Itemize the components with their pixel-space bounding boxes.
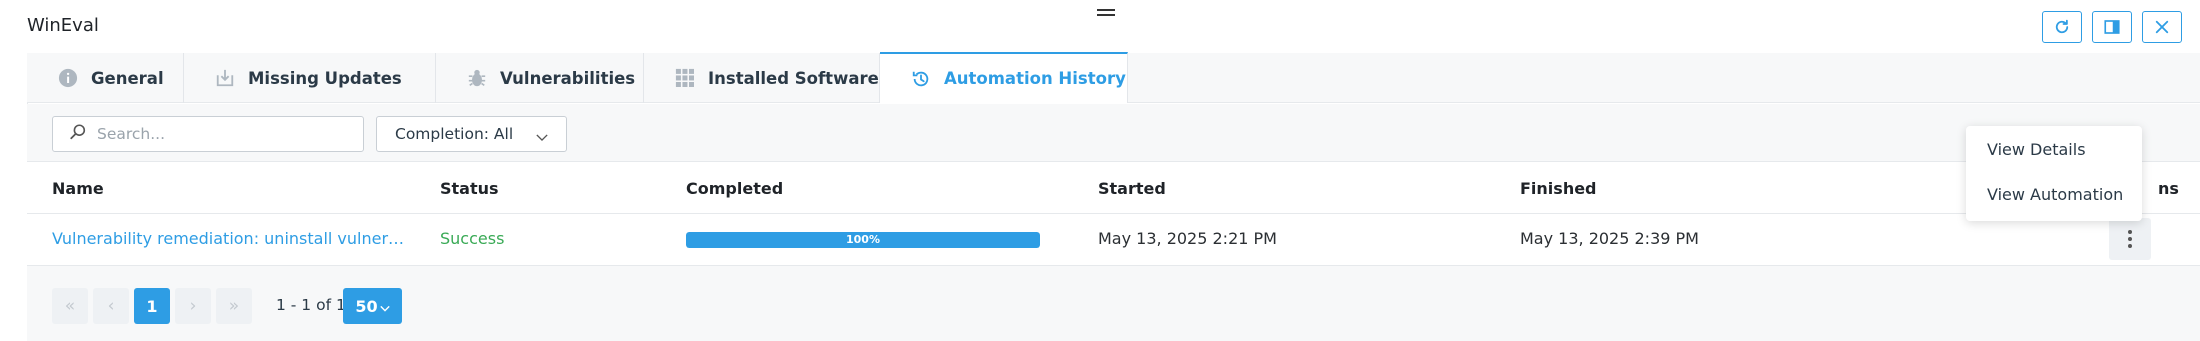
info-icon: [57, 67, 79, 89]
pagination-bar: « ‹ 1 › » 1 - 1 of 1 50: [27, 266, 2200, 341]
next-page-button[interactable]: ›: [175, 288, 211, 324]
grid-icon: [674, 67, 696, 89]
completion-filter-dropdown[interactable]: Completion: All: [376, 116, 567, 152]
tab-general[interactable]: General: [27, 53, 184, 103]
prev-page-button[interactable]: ‹: [93, 288, 129, 324]
tab-label: Automation History: [944, 69, 1126, 88]
window-header: WinEval: [0, 0, 2200, 54]
finished-time: May 13, 2025 2:39 PM: [1520, 229, 1699, 248]
close-icon: [2155, 20, 2169, 34]
page-1-button[interactable]: 1: [134, 288, 170, 324]
search-box[interactable]: [52, 116, 364, 152]
chevron-down-icon: [536, 128, 548, 146]
started-time: May 13, 2025 2:21 PM: [1098, 229, 1277, 248]
toolbar: Completion: All: [27, 104, 2200, 162]
column-header-finished[interactable]: Finished: [1520, 179, 1597, 198]
tab-label: Vulnerabilities: [500, 68, 636, 88]
close-button[interactable]: [2142, 11, 2182, 43]
kebab-dot: [2128, 244, 2132, 248]
search-input[interactable]: [97, 125, 337, 143]
kebab-dot: [2128, 230, 2132, 234]
filter-label: Completion: All: [395, 125, 514, 143]
column-header-actions: ns: [2158, 179, 2179, 198]
first-page-button[interactable]: «: [52, 288, 88, 324]
side-panel-icon: [2104, 20, 2120, 34]
tab-label: Missing Updates: [248, 68, 402, 88]
last-page-button[interactable]: »: [216, 288, 252, 324]
history-icon: [910, 68, 932, 90]
tab-installed-software[interactable]: Installed Software: [644, 53, 880, 103]
table-header: Name Status Completed Started Finished n…: [27, 162, 2200, 214]
refresh-icon: [2055, 19, 2069, 34]
page-size-value: 50: [355, 296, 378, 316]
pagination-range: 1 - 1 of 1: [276, 296, 346, 314]
drag-handle-icon[interactable]: [1097, 9, 1115, 19]
table-row: Vulnerability remediation: uninstall vul…: [27, 214, 2200, 266]
menu-item-view-details[interactable]: View Details: [1966, 140, 2142, 185]
column-header-status[interactable]: Status: [440, 179, 499, 198]
column-header-completed[interactable]: Completed: [686, 179, 783, 198]
side-panel-button[interactable]: [2092, 11, 2132, 43]
column-header-started[interactable]: Started: [1098, 179, 1166, 198]
bug-icon: [466, 67, 488, 89]
tab-vulnerabilities[interactable]: Vulnerabilities: [436, 53, 644, 103]
completion-progress-bar: 100%: [686, 232, 1040, 248]
search-icon: [69, 123, 87, 145]
row-actions-menu: View Details View Automation: [1966, 126, 2142, 221]
automation-name-link[interactable]: Vulnerability remediation: uninstall vul…: [52, 229, 410, 248]
tab-bar: General Missing Updates Vulnerabilities …: [27, 52, 2200, 103]
tab-missing-updates[interactable]: Missing Updates: [184, 53, 436, 103]
refresh-button[interactable]: [2042, 11, 2082, 43]
menu-item-view-automation[interactable]: View Automation: [1966, 185, 2142, 230]
page-size-dropdown[interactable]: 50: [343, 288, 402, 324]
window-title: WinEval: [27, 15, 99, 36]
progress-label: 100%: [846, 233, 880, 246]
tab-automation-history[interactable]: Automation History: [880, 52, 1128, 103]
status-badge: Success: [440, 229, 505, 248]
tab-label: Installed Software: [708, 68, 879, 88]
chevron-down-icon: [379, 297, 390, 316]
tab-label: General: [91, 68, 164, 88]
download-icon: [214, 67, 236, 89]
kebab-dot: [2128, 237, 2132, 241]
column-header-name[interactable]: Name: [52, 179, 104, 198]
